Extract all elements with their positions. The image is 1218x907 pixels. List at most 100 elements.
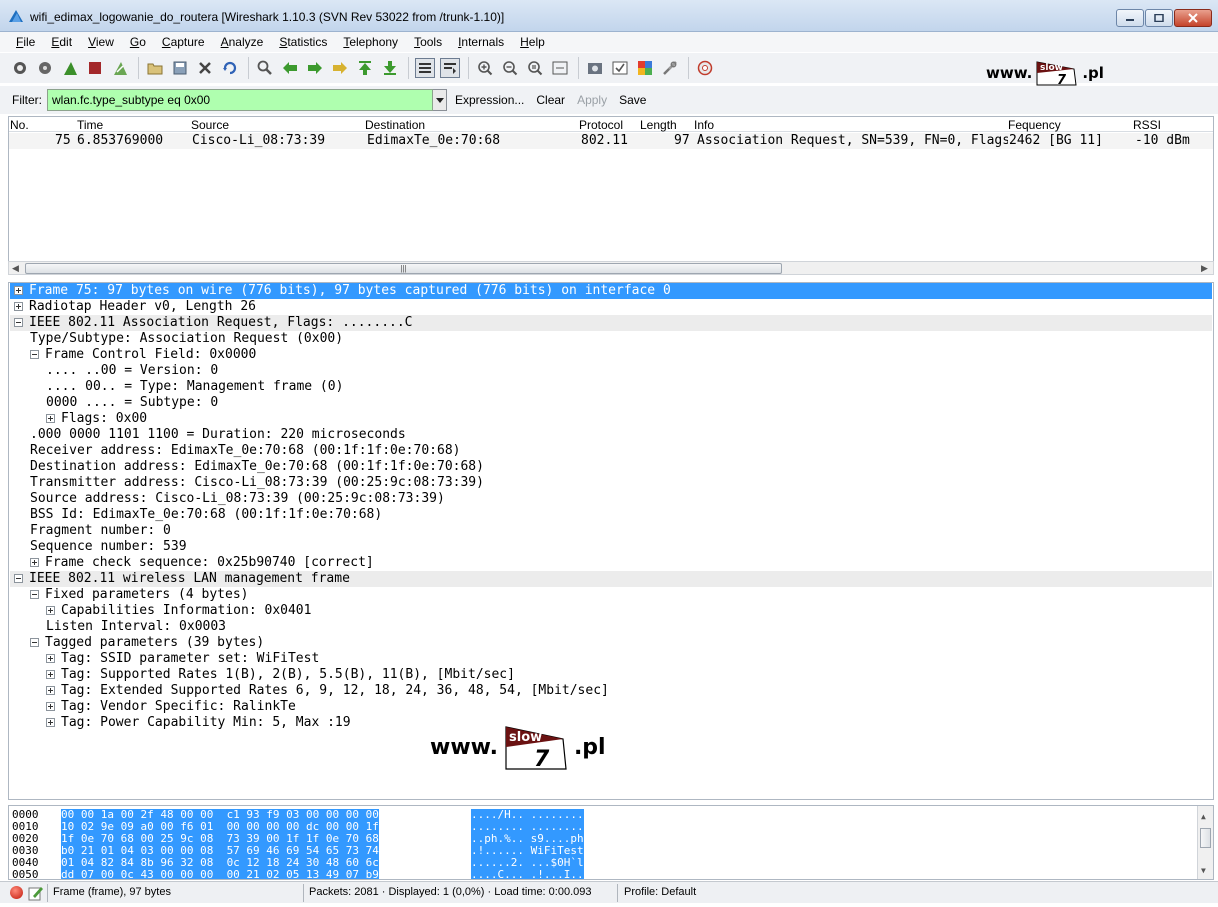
zoom-normal-icon[interactable] [525, 58, 545, 78]
display-filter-input[interactable]: wlan.fc.type_subtype eq 0x00 [47, 89, 433, 111]
detail-row[interactable]: Tag: SSID parameter set: WiFiTest [10, 651, 1212, 667]
detail-row[interactable]: Fragment number: 0 [10, 523, 1212, 539]
collapse-icon[interactable] [30, 590, 39, 599]
detail-row[interactable]: Frame check sequence: 0x25b90740 [correc… [10, 555, 1212, 571]
detail-row[interactable]: Sequence number: 539 [10, 539, 1212, 555]
stop-capture-icon[interactable] [85, 58, 105, 78]
zoom-in-icon[interactable] [475, 58, 495, 78]
expand-icon[interactable] [14, 302, 23, 311]
detail-row[interactable]: .... ..00 = Version: 0 [10, 363, 1212, 379]
vscroll-thumb[interactable] [1200, 828, 1211, 848]
go-forward-icon[interactable] [305, 58, 325, 78]
save-file-icon[interactable] [170, 58, 190, 78]
interfaces-icon[interactable] [10, 58, 30, 78]
column-header-frequency[interactable]: Fequency [1008, 118, 1061, 132]
detail-row[interactable]: Receiver address: EdimaxTe_0e:70:68 (00:… [10, 443, 1212, 459]
status-profile[interactable]: Profile: Default [624, 886, 696, 898]
menu-view[interactable]: View [80, 35, 122, 49]
bytes-vscrollbar[interactable]: ▲ ▼ [1197, 806, 1213, 879]
detail-row[interactable]: Frame 75: 97 bytes on wire (776 bits), 9… [10, 283, 1212, 299]
detail-row[interactable]: Fixed parameters (4 bytes) [10, 587, 1212, 603]
restart-capture-icon[interactable] [110, 58, 130, 78]
expand-icon[interactable] [46, 702, 55, 711]
apply-button[interactable]: Apply [577, 93, 607, 107]
expand-icon[interactable] [14, 286, 23, 295]
detail-row[interactable]: Listen Interval: 0x0003 [10, 619, 1212, 635]
column-header-rssi[interactable]: RSSI [1133, 118, 1161, 132]
expert-info-icon[interactable] [10, 886, 23, 899]
column-header-time[interactable]: Time [77, 118, 103, 132]
column-header-info[interactable]: Info [694, 118, 714, 132]
scroll-down-icon[interactable]: ▼ [1201, 866, 1206, 875]
collapse-icon[interactable] [30, 638, 39, 647]
preferences-icon[interactable] [660, 58, 680, 78]
expand-icon[interactable] [46, 718, 55, 727]
detail-row[interactable]: Flags: 0x00 [10, 411, 1212, 427]
menu-edit[interactable]: Edit [43, 35, 80, 49]
detail-row[interactable]: Frame Control Field: 0x0000 [10, 347, 1212, 363]
resize-columns-icon[interactable] [550, 58, 570, 78]
column-header-destination[interactable]: Destination [365, 118, 425, 132]
colorize-icon[interactable] [415, 58, 435, 78]
column-header-length[interactable]: Length [640, 118, 677, 132]
column-header-no[interactable]: No. [10, 118, 29, 132]
expression-button[interactable]: Expression... [455, 93, 524, 107]
clear-button[interactable]: Clear [536, 93, 565, 107]
expand-icon[interactable] [30, 558, 39, 567]
go-to-packet-icon[interactable] [330, 58, 350, 78]
detail-row[interactable]: .... 00.. = Type: Management frame (0) [10, 379, 1212, 395]
reload-icon[interactable] [220, 58, 240, 78]
hscroll-thumb[interactable]: ||| [25, 263, 782, 274]
menu-capture[interactable]: Capture [154, 35, 213, 49]
minimize-button[interactable] [1116, 9, 1144, 27]
detail-row[interactable]: .000 0000 1101 1100 = Duration: 220 micr… [10, 427, 1212, 443]
expand-icon[interactable] [46, 606, 55, 615]
column-header-source[interactable]: Source [191, 118, 229, 132]
help-icon[interactable] [695, 58, 715, 78]
collapse-icon[interactable] [14, 318, 23, 327]
go-first-icon[interactable] [355, 58, 375, 78]
detail-row[interactable]: Tag: Extended Supported Rates 6, 9, 12, … [10, 683, 1212, 699]
detail-row[interactable]: BSS Id: EdimaxTe_0e:70:68 (00:1f:1f:0e:7… [10, 507, 1212, 523]
detail-row[interactable]: 0000 .... = Subtype: 0 [10, 395, 1212, 411]
menu-file[interactable]: File [8, 35, 43, 49]
expand-icon[interactable] [46, 654, 55, 663]
capture-filters-icon[interactable] [585, 58, 605, 78]
byte-row[interactable]: 0050 dd 07 00 0c 43 00 00 00 00 21 02 05 … [9, 869, 1199, 879]
expand-icon[interactable] [46, 670, 55, 679]
zoom-out-icon[interactable] [500, 58, 520, 78]
detail-row[interactable]: IEEE 802.11 wireless LAN management fram… [10, 571, 1212, 587]
detail-row[interactable]: Tag: Supported Rates 1(B), 2(B), 5.5(B),… [10, 667, 1212, 683]
detail-row[interactable]: Tagged parameters (39 bytes) [10, 635, 1212, 651]
menu-internals[interactable]: Internals [450, 35, 512, 49]
scroll-left-icon[interactable]: ◀ [12, 262, 19, 274]
menu-telephony[interactable]: Telephony [335, 35, 406, 49]
detail-row[interactable]: Radiotap Header v0, Length 26 [10, 299, 1212, 315]
open-file-icon[interactable] [145, 58, 165, 78]
detail-row[interactable]: Type/Subtype: Association Request (0x00) [10, 331, 1212, 347]
capture-comment-icon[interactable] [28, 885, 44, 901]
packet-list-hscrollbar[interactable]: ◀ ||| ▶ [8, 261, 1214, 275]
close-file-icon[interactable] [195, 58, 215, 78]
filter-history-dropdown[interactable] [433, 89, 447, 111]
find-icon[interactable] [255, 58, 275, 78]
close-window-button[interactable] [1174, 9, 1212, 27]
detail-row[interactable]: Source address: Cisco-Li_08:73:39 (00:25… [10, 491, 1212, 507]
options-icon[interactable] [35, 58, 55, 78]
start-capture-icon[interactable] [60, 58, 80, 78]
go-last-icon[interactable] [380, 58, 400, 78]
menu-analyze[interactable]: Analyze [213, 35, 272, 49]
display-filters-icon[interactable] [610, 58, 630, 78]
detail-row[interactable]: Tag: Vendor Specific: RalinkTe [10, 699, 1212, 715]
detail-row[interactable]: Capabilities Information: 0x0401 [10, 603, 1212, 619]
save-filter-button[interactable]: Save [619, 93, 646, 107]
expand-icon[interactable] [46, 414, 55, 423]
expand-icon[interactable] [46, 686, 55, 695]
scroll-right-icon[interactable]: ▶ [1201, 262, 1208, 274]
detail-row[interactable]: Transmitter address: Cisco-Li_08:73:39 (… [10, 475, 1212, 491]
maximize-button[interactable] [1145, 9, 1173, 27]
collapse-icon[interactable] [30, 350, 39, 359]
autoscroll-icon[interactable] [440, 58, 460, 78]
coloring-rules-icon[interactable] [635, 58, 655, 78]
menu-statistics[interactable]: Statistics [271, 35, 335, 49]
